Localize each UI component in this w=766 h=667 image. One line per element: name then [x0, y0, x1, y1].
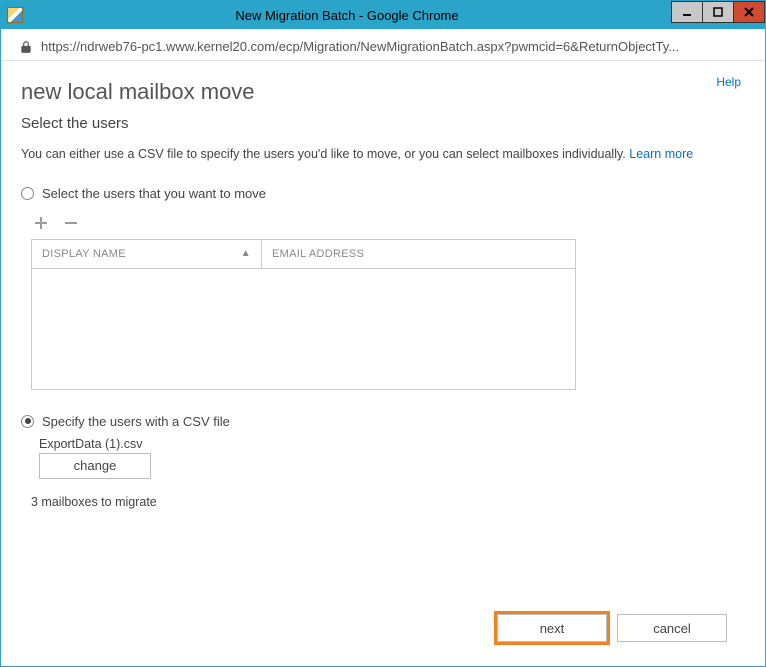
- radio-select-users[interactable]: [21, 187, 34, 200]
- address-bar: https://ndrweb76-pc1.www.kernel20.com/ec…: [1, 29, 765, 61]
- wizard-footer: next cancel: [21, 604, 745, 656]
- app-icon: [7, 7, 23, 23]
- minimize-icon: [682, 7, 692, 17]
- page-title: new local mailbox move: [21, 79, 745, 105]
- url-text[interactable]: https://ndrweb76-pc1.www.kernel20.com/ec…: [41, 39, 751, 54]
- option-select-users[interactable]: Select the users that you want to move: [21, 186, 745, 201]
- remove-user-button[interactable]: [61, 213, 81, 233]
- option-select-users-label: Select the users that you want to move: [42, 186, 266, 201]
- close-button[interactable]: [733, 1, 765, 23]
- app-window: New Migration Batch - Google Chrome http…: [0, 0, 766, 667]
- option-csv-section: Specify the users with a CSV file Export…: [21, 414, 745, 509]
- column-email[interactable]: EMAIL ADDRESS: [262, 240, 374, 268]
- csv-details: ExportData (1).csv change: [39, 437, 745, 479]
- change-file-button[interactable]: change: [39, 453, 151, 479]
- window-controls: [672, 1, 765, 23]
- maximize-button[interactable]: [702, 1, 734, 23]
- column-display-name-label: DISPLAY NAME: [42, 248, 237, 260]
- grid-toolbar: [31, 213, 745, 233]
- column-email-label: EMAIL ADDRESS: [272, 248, 364, 260]
- option-csv[interactable]: Specify the users with a CSV file: [21, 414, 745, 429]
- sort-asc-icon: ▲: [241, 248, 251, 259]
- option-csv-label: Specify the users with a CSV file: [42, 414, 230, 429]
- page-content: Help new local mailbox move Select the u…: [1, 61, 765, 666]
- close-icon: [744, 7, 754, 17]
- next-button[interactable]: next: [497, 614, 607, 642]
- minimize-button[interactable]: [671, 1, 703, 23]
- lock-icon: [19, 40, 33, 54]
- users-grid: DISPLAY NAME ▲ EMAIL ADDRESS: [31, 239, 576, 390]
- csv-filename: ExportData (1).csv: [39, 437, 745, 451]
- intro-text: You can either use a CSV file to specify…: [21, 146, 745, 164]
- radio-csv[interactable]: [21, 415, 34, 428]
- migration-status: 3 mailboxes to migrate: [31, 495, 745, 509]
- titlebar: New Migration Batch - Google Chrome: [1, 1, 765, 29]
- window-title: New Migration Batch - Google Chrome: [29, 8, 765, 23]
- plus-icon: [33, 215, 49, 231]
- intro-body: You can either use a CSV file to specify…: [21, 147, 629, 161]
- grid-body: [32, 269, 575, 389]
- minus-icon: [63, 215, 79, 231]
- cancel-button[interactable]: cancel: [617, 614, 727, 642]
- maximize-icon: [713, 7, 723, 17]
- page-subtitle: Select the users: [21, 115, 745, 132]
- help-link[interactable]: Help: [716, 75, 741, 89]
- grid-header: DISPLAY NAME ▲ EMAIL ADDRESS: [32, 240, 575, 269]
- add-user-button[interactable]: [31, 213, 51, 233]
- column-display-name[interactable]: DISPLAY NAME ▲: [32, 240, 262, 268]
- learn-more-link[interactable]: Learn more: [629, 147, 693, 161]
